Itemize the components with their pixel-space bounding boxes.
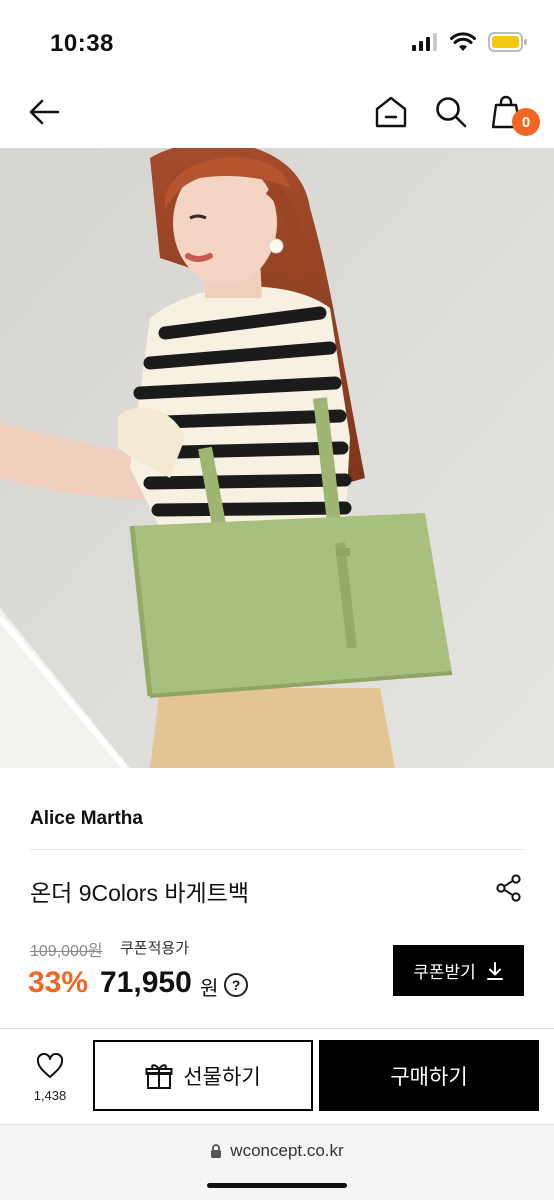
gift-label: 선물하기 xyxy=(183,1065,261,1089)
cart-count-badge: 0 xyxy=(512,108,540,136)
gift-button[interactable]: 선물하기 xyxy=(93,1040,313,1111)
home-indicator xyxy=(207,1183,347,1188)
url-display[interactable]: wconcept.co.kr xyxy=(0,1141,554,1161)
coupon-price-label: 쿠폰적용가 xyxy=(120,940,190,957)
discount-rate: 33% xyxy=(28,966,89,999)
like-count: 1,438 xyxy=(33,1088,67,1103)
url-text: wconcept.co.kr xyxy=(230,1141,344,1160)
signal-icon xyxy=(412,33,438,56)
sale-price: 71,950 xyxy=(100,966,192,999)
divider xyxy=(30,849,524,850)
download-icon xyxy=(486,961,503,980)
nav-bar: 0 xyxy=(0,80,554,148)
question-icon[interactable]: ? xyxy=(224,973,248,997)
buy-button[interactable]: 구매하기 xyxy=(319,1040,539,1111)
share-button[interactable] xyxy=(492,871,526,905)
wifi-icon xyxy=(450,32,476,57)
share-icon xyxy=(496,874,521,902)
back-button[interactable] xyxy=(24,92,64,132)
browser-address-bar[interactable]: wconcept.co.kr xyxy=(0,1124,554,1200)
brand-name[interactable]: Alice Martha xyxy=(30,808,143,830)
search-button[interactable] xyxy=(430,92,472,132)
battery-icon xyxy=(488,32,528,57)
home-icon xyxy=(375,96,407,128)
cart-button[interactable]: 0 xyxy=(488,90,540,136)
purchase-action-bar: 1,438 선물하기 구매하기 xyxy=(0,1029,554,1124)
buy-label: 구매하기 xyxy=(390,1065,468,1089)
gift-icon xyxy=(145,1063,173,1089)
search-icon xyxy=(436,97,467,128)
get-coupon-label: 쿠폰받기 xyxy=(413,963,476,982)
home-button[interactable] xyxy=(370,92,412,132)
currency-label: 원 xyxy=(200,978,219,1000)
lock-icon xyxy=(211,1144,222,1158)
product-title: 온더 9Colors 바게트백 xyxy=(30,880,249,906)
arrow-left-icon xyxy=(29,99,60,125)
heart-icon xyxy=(36,1052,64,1078)
like-button[interactable]: 1,438 xyxy=(18,1052,82,1113)
product-image[interactable] xyxy=(0,148,554,768)
get-coupon-button[interactable]: 쿠폰받기 xyxy=(393,945,524,996)
status-icons xyxy=(412,32,528,57)
original-price: 109,000원 xyxy=(30,943,103,960)
status-bar: 10:38 xyxy=(0,0,554,80)
status-time: 10:38 xyxy=(50,30,114,57)
